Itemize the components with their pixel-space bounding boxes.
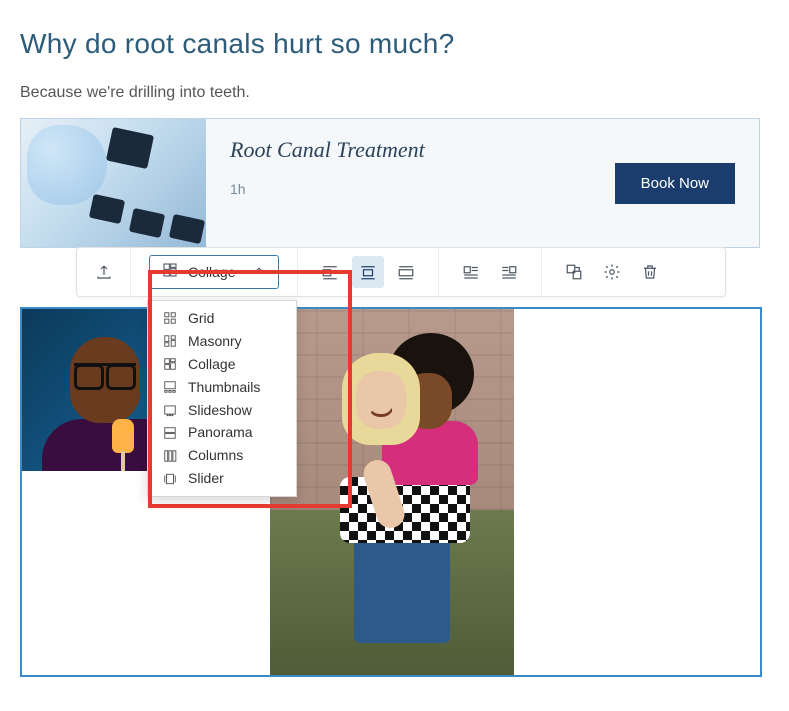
service-duration: 1h (230, 181, 591, 197)
wrap-right-button[interactable] (493, 256, 525, 288)
layout-option-columns[interactable]: Columns (148, 444, 296, 467)
chevron-up-icon (252, 263, 266, 282)
replace-image-button[interactable] (558, 256, 590, 288)
layout-option-grid[interactable]: Grid (148, 307, 296, 330)
settings-button[interactable] (596, 256, 628, 288)
layout-dropdown: Grid Masonry Collage (147, 300, 297, 497)
align-left-button[interactable] (314, 256, 346, 288)
layout-option-slideshow[interactable]: Slideshow (148, 399, 296, 422)
gallery-block[interactable] (20, 307, 762, 677)
grid-icon (162, 311, 178, 325)
layout-select[interactable]: Collage Grid (149, 255, 279, 289)
layout-select-label: Collage (188, 264, 242, 280)
gallery-image[interactable] (270, 309, 514, 675)
wrap-left-button[interactable] (455, 256, 487, 288)
layout-option-label: Panorama (188, 423, 253, 442)
page-title: Why do root canals hurt so much? (20, 28, 769, 60)
layout-option-label: Columns (188, 446, 243, 465)
slider-icon (162, 472, 178, 486)
masonry-icon (162, 334, 178, 348)
slideshow-icon (162, 403, 178, 417)
upload-icon[interactable] (88, 256, 120, 288)
service-thumbnail (21, 119, 206, 247)
collage-icon (162, 262, 178, 283)
collage-icon (162, 357, 178, 371)
panorama-icon (162, 426, 178, 440)
layout-option-panorama[interactable]: Panorama (148, 421, 296, 444)
layout-option-label: Collage (188, 355, 235, 374)
layout-option-slider[interactable]: Slider (148, 467, 296, 490)
page-subtitle: Because we're drilling into teeth. (20, 84, 769, 102)
thumbnails-icon (162, 380, 178, 394)
layout-option-collage[interactable]: Collage (148, 353, 296, 376)
gallery-toolbar: Collage Grid (76, 247, 726, 297)
delete-button[interactable] (634, 256, 666, 288)
layout-option-thumbnails[interactable]: Thumbnails (148, 376, 296, 399)
book-now-button[interactable]: Book Now (615, 163, 735, 204)
layout-option-label: Slider (188, 469, 224, 488)
align-full-button[interactable] (390, 256, 422, 288)
layout-option-label: Slideshow (188, 401, 252, 420)
columns-icon (162, 449, 178, 463)
layout-option-label: Grid (188, 309, 214, 328)
layout-option-masonry[interactable]: Masonry (148, 330, 296, 353)
service-name: Root Canal Treatment (230, 137, 591, 163)
layout-option-label: Masonry (188, 332, 242, 351)
layout-option-label: Thumbnails (188, 378, 260, 397)
align-center-button[interactable] (352, 256, 384, 288)
service-card: Root Canal Treatment 1h Book Now (20, 118, 760, 248)
